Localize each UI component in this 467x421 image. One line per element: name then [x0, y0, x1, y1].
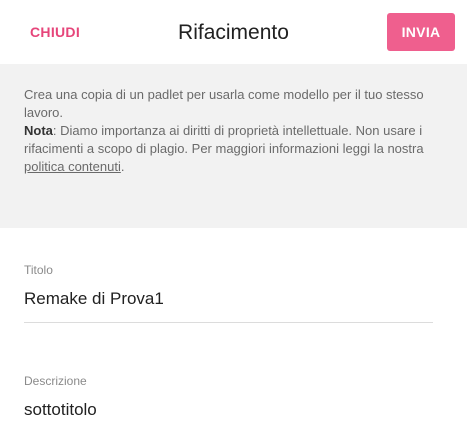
- title-field: Titolo: [24, 262, 433, 323]
- description-input[interactable]: [24, 399, 433, 421]
- note-end: .: [120, 159, 125, 174]
- description-label: Descrizione: [24, 374, 87, 388]
- dialog-header: CHIUDI Rifacimento INVIA: [0, 0, 467, 64]
- content-policy-link[interactable]: politica contenuti: [24, 159, 121, 174]
- notice-note: Nota: Diamo importanza ai diritti di pro…: [24, 122, 447, 176]
- notice-intro: Crea una copia di un padlet per usarla c…: [24, 87, 424, 120]
- note-label: Nota: [24, 123, 53, 138]
- title-input[interactable]: [24, 288, 433, 310]
- send-button[interactable]: INVIA: [387, 13, 455, 51]
- title-underline: [24, 322, 433, 323]
- description-field: Descrizione: [24, 373, 433, 421]
- remake-notice: Crea una copia di un padlet per usarla c…: [0, 64, 467, 228]
- close-button[interactable]: CHIUDI: [20, 18, 90, 46]
- note-text: : Diamo importanza ai diritti di proprie…: [24, 123, 424, 156]
- title-label: Titolo: [24, 263, 53, 277]
